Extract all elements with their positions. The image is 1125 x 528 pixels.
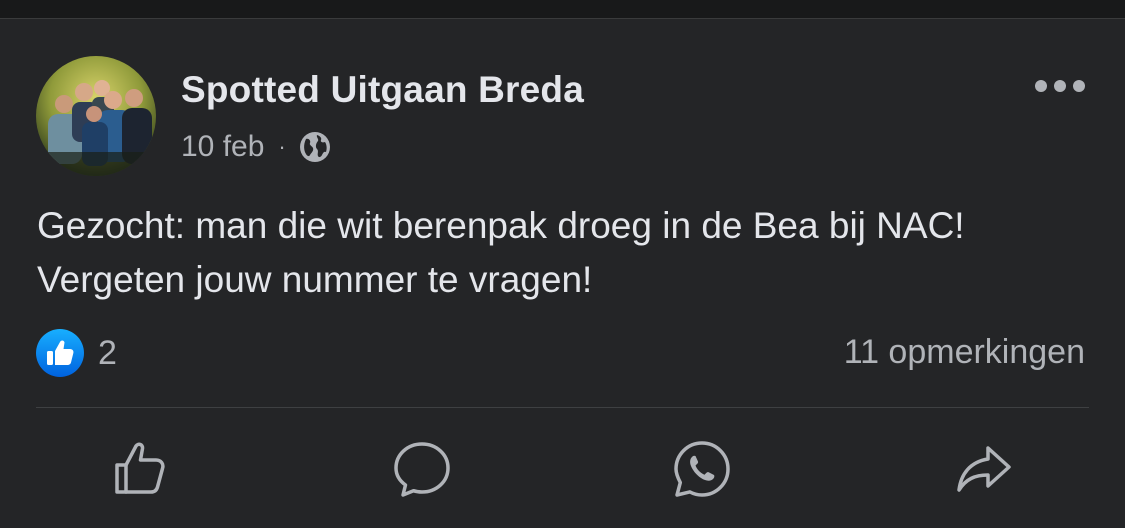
whatsapp-button[interactable] <box>668 435 736 503</box>
action-bar <box>0 409 1125 528</box>
like-button[interactable] <box>106 435 174 503</box>
more-options-icon[interactable] <box>1035 75 1085 97</box>
post-text: Gezocht: man die wit berenpak droeg in d… <box>37 205 965 300</box>
meta-separator: · <box>278 134 286 159</box>
like-reaction-icon <box>36 329 84 377</box>
post-meta: 10 feb · <box>181 127 332 167</box>
comment-count-link[interactable]: 11 opmerkingen <box>844 333 1085 372</box>
thumbs-up-icon <box>115 442 165 494</box>
page-name[interactable]: Spotted Uitgaan Breda <box>181 69 584 111</box>
whatsapp-icon <box>674 441 730 497</box>
like-count: 2 <box>98 333 117 372</box>
reactions-summary[interactable]: 2 <box>36 329 117 377</box>
avatar[interactable] <box>36 56 156 176</box>
post-date[interactable]: 10 feb <box>181 130 264 164</box>
more-dot <box>1073 80 1085 92</box>
comment-bubble-icon <box>394 442 450 497</box>
share-arrow-icon <box>957 446 1011 492</box>
globe-icon[interactable] <box>298 130 332 164</box>
group-photo-avatar-image <box>36 56 156 176</box>
comment-button[interactable] <box>388 435 456 503</box>
divider <box>36 407 1089 408</box>
previous-content-strip <box>0 0 1125 19</box>
share-button[interactable] <box>950 435 1018 503</box>
post-card: Spotted Uitgaan Breda 10 feb · Gezocht: … <box>0 19 1125 528</box>
more-dot <box>1035 80 1047 92</box>
more-dot <box>1054 80 1066 92</box>
